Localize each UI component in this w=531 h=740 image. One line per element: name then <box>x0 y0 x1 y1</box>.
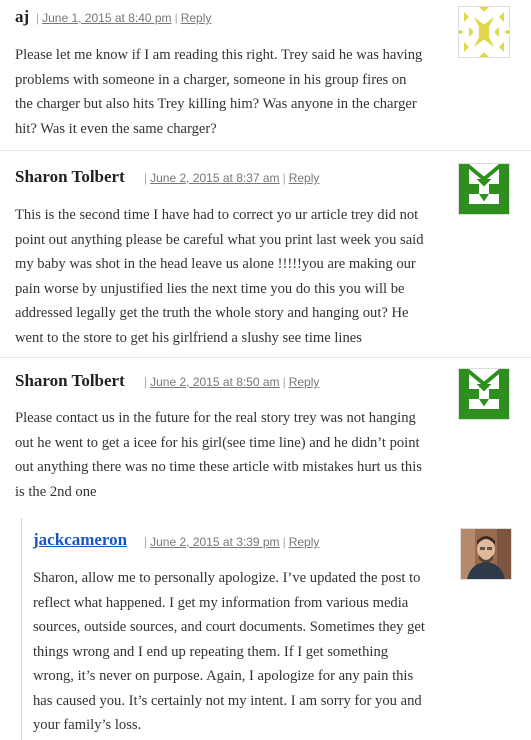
comment-date-link[interactable]: June 2, 2015 at 8:37 am <box>150 171 279 185</box>
comment-author: aj <box>15 7 30 26</box>
comment-body: Please contact us in the future for the … <box>15 410 422 500</box>
reply-link[interactable]: Reply <box>289 535 320 549</box>
green-identicon-icon <box>459 164 509 214</box>
avatar <box>460 528 512 580</box>
comment-body: Please let me know if I am reading this … <box>15 47 423 137</box>
comment-divider <box>0 357 531 358</box>
comment-author-link[interactable]: jackcameron <box>33 530 127 550</box>
comment-author: Sharon Tolbert <box>15 371 125 390</box>
avatar <box>458 368 510 420</box>
green-identicon-icon <box>459 369 509 419</box>
reply-link[interactable]: Reply <box>181 11 212 25</box>
comment-author: Sharon Tolbert <box>15 167 125 186</box>
comment-date-link[interactable]: June 2, 2015 at 8:50 am <box>150 375 279 389</box>
comment-meta: | June 1, 2015 at 8:40 pm | Reply <box>36 11 212 25</box>
avatar <box>458 163 510 215</box>
comment-body: This is the second time I have had to co… <box>15 207 424 346</box>
user-photo-icon <box>461 529 511 579</box>
reply-link[interactable]: Reply <box>289 171 320 185</box>
comment-divider <box>0 150 531 151</box>
comment-meta: | June 2, 2015 at 8:37 am | Reply <box>144 171 320 185</box>
reply-link[interactable]: Reply <box>289 375 320 389</box>
comment-meta: | June 2, 2015 at 3:39 pm | Reply <box>144 535 320 549</box>
comment-body: Sharon, allow me to personally apologize… <box>33 570 425 733</box>
comment-date-link[interactable]: June 1, 2015 at 8:40 pm <box>42 11 171 25</box>
comment-meta: | June 2, 2015 at 8:50 am | Reply <box>144 375 320 389</box>
yellow-identicon-icon <box>459 7 509 57</box>
avatar <box>458 6 510 58</box>
comment-date-link[interactable]: June 2, 2015 at 3:39 pm <box>150 535 279 549</box>
